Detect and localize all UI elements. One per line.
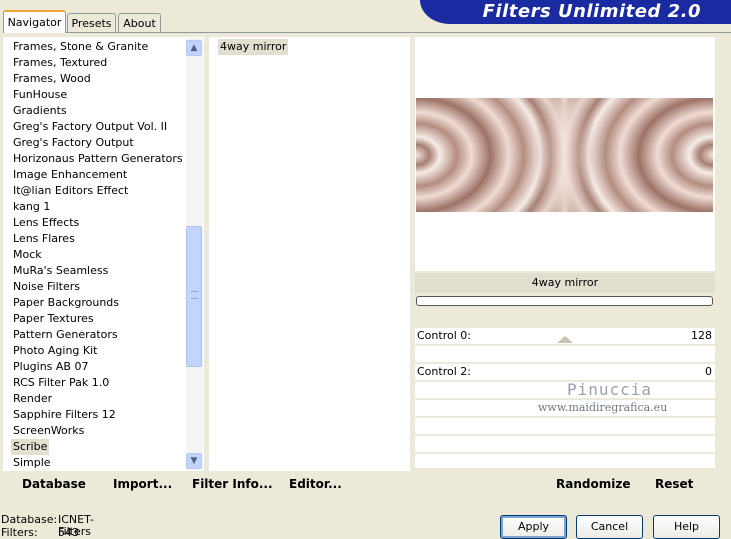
category-item[interactable]: RCS Filter Pak 1.0	[13, 375, 109, 391]
filters-status-label: Filters:	[1, 526, 38, 539]
filter-item[interactable]: 4way mirror	[218, 39, 289, 55]
preview-caption: 4way mirror	[415, 273, 715, 293]
control-2-value: 0	[705, 365, 712, 378]
category-list[interactable]: Frames, Stone & Granite Frames, Textured F…	[3, 37, 204, 471]
database-status: Database: ICNET-Filters	[1, 513, 94, 538]
category-item[interactable]: Frames, Stone & Granite	[13, 39, 148, 55]
filters-status: Filters: 543	[1, 526, 79, 539]
control-5-slider[interactable]	[415, 418, 715, 434]
category-item[interactable]: Plugins AB 07	[13, 359, 88, 375]
filter-list[interactable]: 4way mirror	[209, 37, 410, 471]
category-item[interactable]: Scribe	[11, 439, 50, 455]
cancel-button[interactable]: Cancel	[576, 515, 643, 539]
category-item[interactable]: ScreenWorks	[13, 423, 84, 439]
scroll-down-button[interactable]: ▼	[186, 453, 202, 469]
category-item[interactable]: Mock	[13, 247, 42, 263]
category-item[interactable]: Sapphire Filters 12	[13, 407, 116, 423]
slider-thumb-icon	[557, 336, 573, 343]
preview-image	[416, 98, 713, 212]
category-item[interactable]: Horizonaus Pattern Generators	[13, 151, 183, 167]
filters-status-value: 543	[58, 526, 79, 539]
control-1-slider[interactable]	[415, 346, 715, 362]
category-item[interactable]: Greg's Factory Output	[13, 135, 134, 151]
category-item[interactable]: Render	[13, 391, 52, 407]
tab-presets[interactable]: Presets	[67, 13, 116, 32]
category-item[interactable]: Pattern Generators	[13, 327, 118, 343]
database-status-label: Database:	[1, 513, 58, 526]
control-2-slider[interactable]: Control 2: 0	[415, 364, 715, 380]
category-item[interactable]: Gradients	[13, 103, 67, 119]
category-item[interactable]: Greg's Factory Output Vol. II	[13, 119, 167, 135]
category-item[interactable]: Frames, Textured	[13, 55, 107, 71]
database-button[interactable]: Database	[22, 476, 86, 492]
import-button[interactable]: Import...	[113, 476, 172, 492]
chevron-up-icon: ▲	[190, 43, 198, 53]
apply-button[interactable]: Apply	[500, 515, 567, 539]
preview-panel	[415, 37, 715, 271]
category-item[interactable]: Image Enhancement	[13, 167, 127, 183]
scroll-up-button[interactable]: ▲	[186, 40, 202, 56]
category-item[interactable]: kang 1	[13, 199, 50, 215]
chevron-down-icon: ▼	[190, 456, 198, 466]
control-0-label: Control 0:	[417, 329, 471, 342]
category-item[interactable]: Lens Effects	[13, 215, 79, 231]
category-item[interactable]: MuRa's Seamless	[13, 263, 108, 279]
progress-bar	[416, 296, 713, 306]
category-item[interactable]: Frames, Wood	[13, 71, 91, 87]
watermark-url: www.maidiregrafica.eu	[538, 401, 668, 414]
tab-strip-line	[3, 32, 731, 33]
category-scrollbar[interactable]: ▲ ▼	[186, 38, 203, 470]
category-item[interactable]: Simple	[13, 455, 51, 471]
control-2-label: Control 2:	[417, 365, 471, 378]
control-0-slider[interactable]: Control 0: 128	[415, 328, 715, 344]
grip-icon	[191, 291, 198, 299]
watermark-name: Pinuccia	[567, 380, 653, 399]
filters-unlimited-banner: Filters Unlimited 2.0	[420, 0, 731, 24]
control-0-value: 128	[691, 329, 712, 342]
editor-button[interactable]: Editor...	[289, 476, 342, 492]
help-button[interactable]: Help	[653, 515, 720, 539]
filter-info-button[interactable]: Filter Info...	[192, 476, 273, 492]
category-item[interactable]: Paper Backgrounds	[13, 295, 119, 311]
category-item[interactable]: Photo Aging Kit	[13, 343, 97, 359]
category-item[interactable]: Paper Textures	[13, 311, 94, 327]
banner-title: Filters Unlimited 2.0	[482, 1, 701, 22]
category-item[interactable]: Noise Filters	[13, 279, 80, 295]
scroll-thumb[interactable]	[186, 226, 202, 367]
control-6-slider[interactable]	[415, 436, 715, 452]
tab-about[interactable]: About	[118, 13, 161, 32]
category-item[interactable]: FunHouse	[13, 87, 67, 103]
category-item[interactable]: Lens Flares	[13, 231, 75, 247]
tab-navigator[interactable]: Navigator	[3, 10, 66, 33]
reset-button[interactable]: Reset	[655, 476, 693, 492]
control-7-slider[interactable]	[415, 454, 715, 468]
control-3-slider[interactable]	[415, 382, 715, 398]
randomize-button[interactable]: Randomize	[556, 476, 630, 492]
category-item[interactable]: It@lian Editors Effect	[13, 183, 128, 199]
